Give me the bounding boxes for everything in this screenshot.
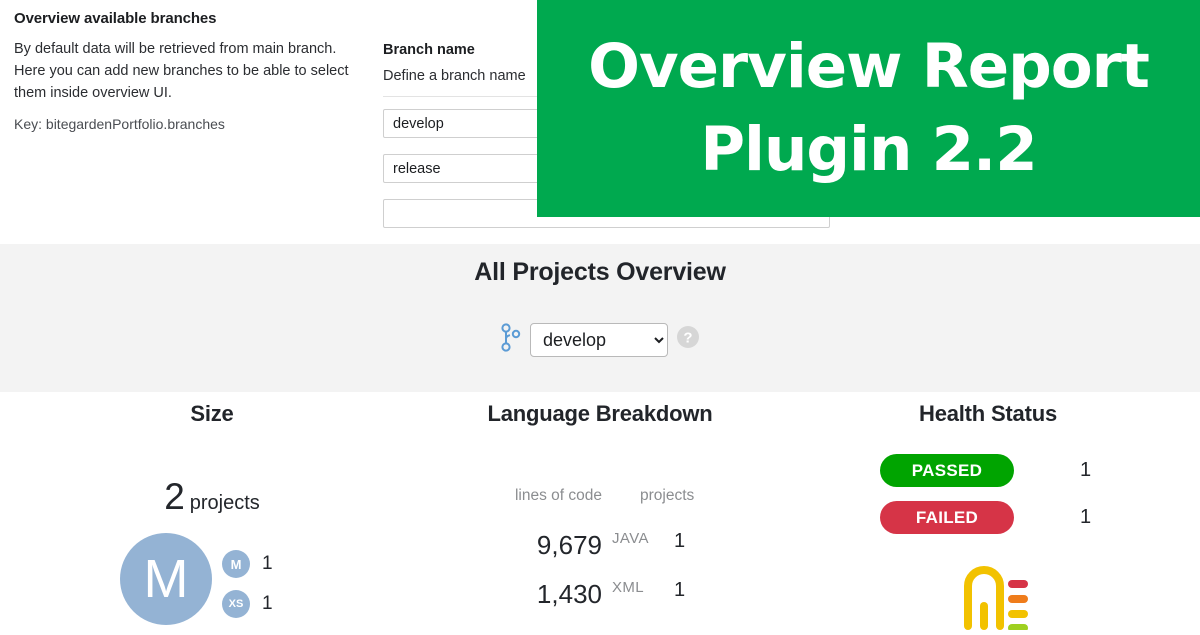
avatar: M	[120, 533, 212, 625]
health-row-failed[interactable]: FAILED 1	[794, 494, 1182, 541]
git-branch-icon	[500, 322, 522, 357]
language-row[interactable]: 9,679 JAVA 1	[406, 530, 794, 575]
setting-title: Overview available branches	[14, 10, 217, 27]
size-chip: XS	[222, 590, 250, 618]
size-total-row: 2 projects	[18, 476, 406, 518]
health-gauge-icon	[958, 564, 1030, 635]
language-name: XML	[612, 579, 645, 596]
promo-banner: Overview Report Plugin 2.2	[537, 0, 1200, 217]
size-breakdown-list: M 1 XS 1	[222, 544, 273, 624]
health-count-failed: 1	[1080, 506, 1092, 528]
language-loc: 1,430	[536, 579, 602, 609]
language-loc: 9,679	[536, 530, 602, 560]
health-column-title: Health Status	[919, 401, 1057, 426]
size-list-item[interactable]: XS 1	[222, 584, 273, 624]
language-row[interactable]: 1,430 XML 1	[406, 579, 794, 624]
language-header-projects: projects	[640, 487, 695, 504]
size-column-title: Size	[190, 401, 234, 426]
setting-key: Key: bitegardenPortfolio.branches	[14, 116, 225, 133]
language-name: JAVA	[612, 530, 649, 547]
branch-selector-row: develop ?	[0, 322, 1200, 357]
language-projects: 1	[674, 579, 686, 601]
health-row-passed[interactable]: PASSED 1	[794, 447, 1182, 494]
promo-title-line-2: Plugin 2.2	[700, 113, 1037, 185]
status-badge-passed: PASSED	[880, 454, 1014, 487]
health-count-passed: 1	[1080, 459, 1092, 481]
svg-text:?: ?	[683, 330, 692, 347]
overview-header-band: All Projects Overview develop ?	[0, 244, 1200, 392]
language-column: Language Breakdown lines of code project…	[406, 392, 794, 630]
health-column: Health Status PASSED 1 FAILED 1	[794, 392, 1182, 632]
status-badge-failed: FAILED	[880, 501, 1014, 534]
settings-description-column: Overview available branches By default d…	[14, 10, 359, 132]
setting-description: By default data will be retrieved from m…	[14, 41, 349, 101]
size-column: Size 2 projects	[18, 392, 406, 630]
language-header-loc: lines of code	[514, 487, 602, 504]
language-column-title: Language Breakdown	[487, 401, 713, 426]
branch-select[interactable]: develop	[530, 322, 668, 357]
size-chip: M	[222, 550, 250, 578]
promo-title-line-1: Overview Report	[588, 31, 1150, 103]
size-chip-count: 1	[262, 553, 273, 574]
help-icon[interactable]: ?	[676, 325, 700, 354]
page-title: All Projects Overview	[474, 258, 726, 286]
size-chip-count: 1	[262, 593, 273, 614]
size-total-count: 2	[164, 476, 185, 517]
size-total-label: projects	[189, 492, 260, 514]
size-list-item[interactable]: M 1	[222, 544, 273, 584]
language-projects: 1	[674, 530, 686, 552]
